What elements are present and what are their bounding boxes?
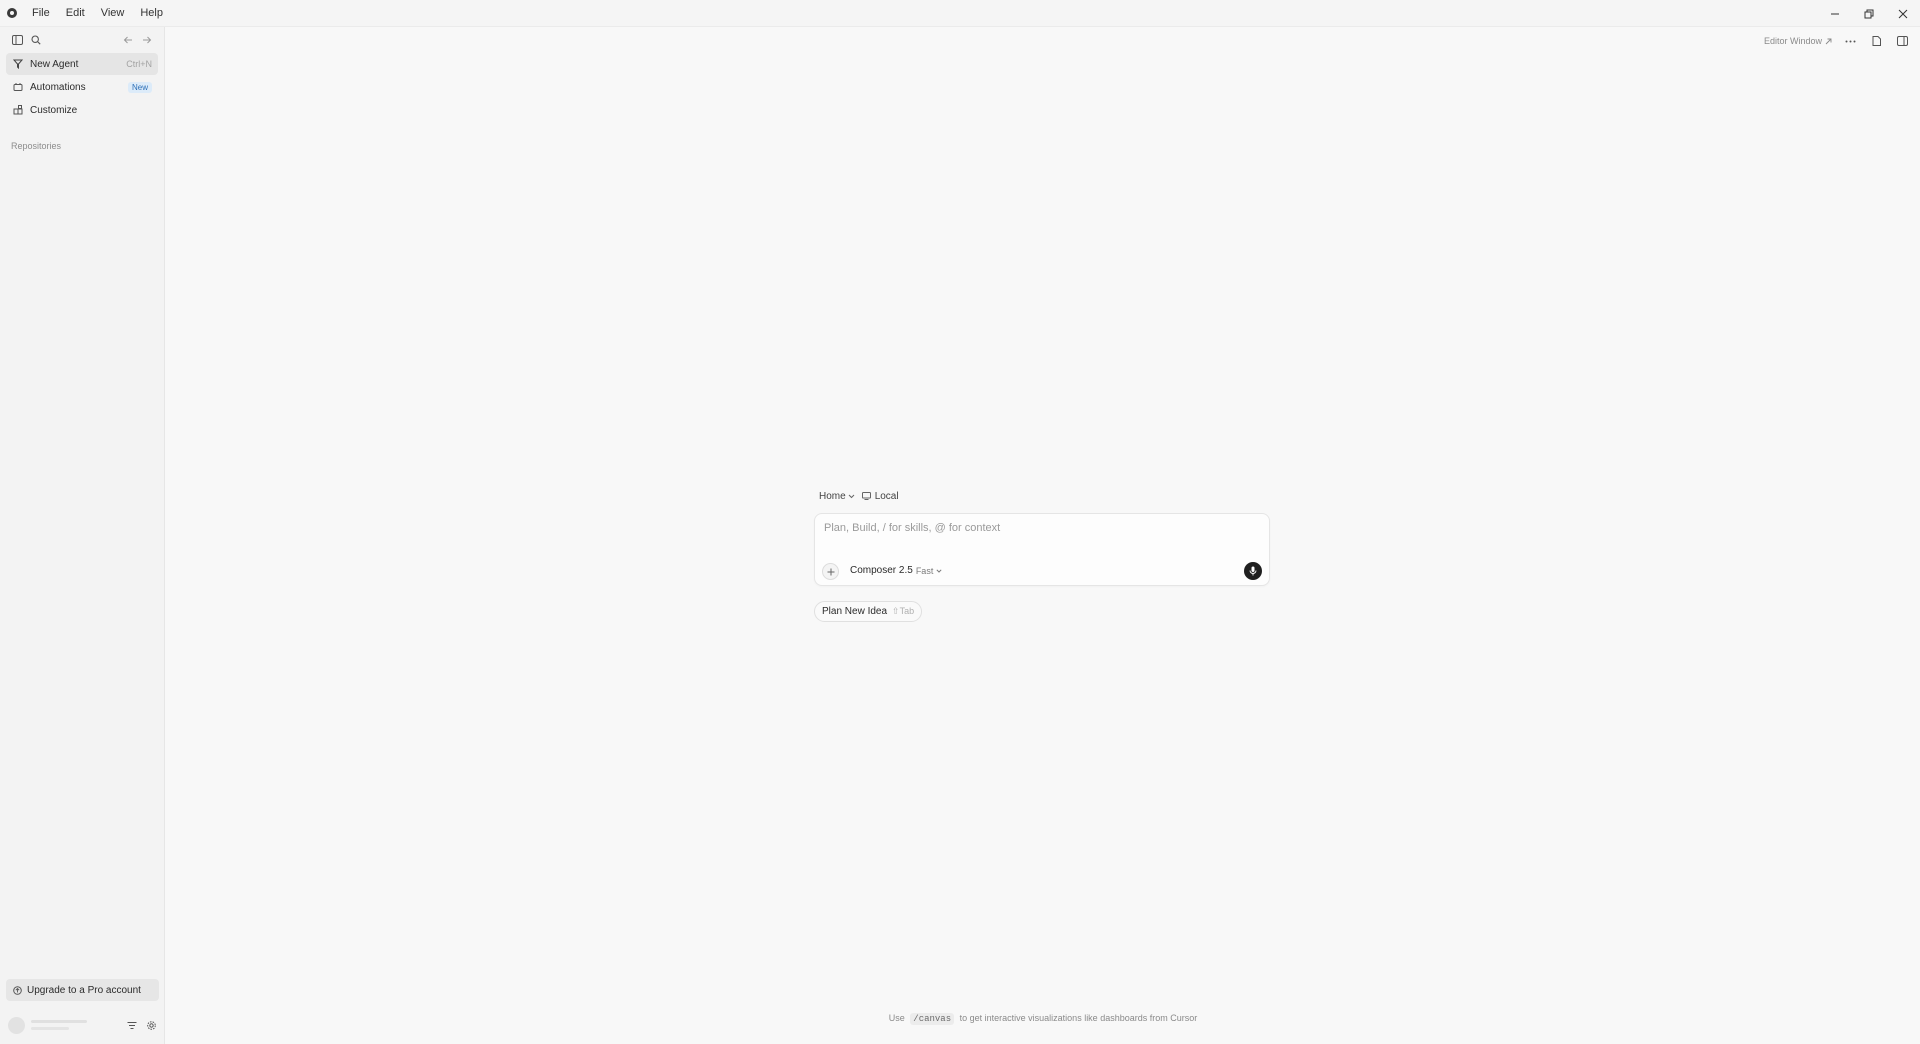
gear-icon: [146, 1020, 156, 1030]
more-icon: [1845, 40, 1855, 42]
upgrade-button[interactable]: Upgrade to a Pro account: [6, 979, 159, 1001]
shortcut-hint: Ctrl+N: [126, 59, 152, 69]
canvas-hint: Use /canvas to get interactive visualiza…: [166, 1013, 1920, 1025]
settings-button[interactable]: [144, 1018, 158, 1032]
sidebar-item-customize[interactable]: Customize: [6, 99, 158, 121]
home-label: Home: [819, 490, 846, 502]
local-label: Local: [874, 490, 899, 502]
toggle-panel-button[interactable]: [1894, 33, 1910, 49]
plus-icon: [827, 568, 834, 575]
computer-icon: [861, 492, 871, 500]
profile-row: [8, 1015, 158, 1035]
model-selector[interactable]: Composer 2.5 Fast: [850, 565, 942, 576]
sidebar-icon: [11, 35, 23, 45]
document-icon: [1872, 36, 1881, 46]
customize-icon: [12, 104, 24, 116]
external-link-icon: [1825, 38, 1832, 44]
search-icon: [31, 35, 41, 45]
app-logo-icon: [7, 8, 17, 18]
sidebar-item-automations[interactable]: Automations New: [6, 76, 158, 98]
sidebar-item-label: New Agent: [30, 58, 79, 70]
editor-window-label: Editor Window: [1763, 36, 1822, 46]
restore-button[interactable]: [1852, 0, 1886, 27]
sidebar-item-new-agent[interactable]: New Agent Ctrl+N: [6, 53, 158, 75]
new-badge: New: [127, 81, 152, 93]
top-right-toolbar: Editor Window: [1764, 33, 1910, 49]
minimize-icon: [1831, 13, 1839, 14]
agent-icon: [12, 58, 24, 70]
canvas-command: /canvas: [910, 1013, 955, 1025]
restore-icon: [1864, 9, 1874, 18]
hint-prefix: Use: [888, 1013, 905, 1023]
minimize-button[interactable]: [1818, 0, 1852, 27]
panel-right-icon: [1896, 36, 1908, 46]
prompt-box: Composer 2.5 Fast: [814, 513, 1270, 586]
editor-window-link[interactable]: Editor Window: [1764, 36, 1832, 46]
upgrade-icon: [12, 985, 22, 995]
voice-input-button[interactable]: [1244, 562, 1262, 580]
composer-area: Home Local Composer 2.5 Fast Plan: [814, 488, 1270, 622]
microphone-icon: [1249, 566, 1257, 576]
chevron-down-icon: [936, 568, 942, 573]
arrow-left-icon: [123, 36, 132, 44]
avatar[interactable]: [8, 1016, 25, 1034]
plan-new-idea-chip[interactable]: Plan New Idea ⇧Tab: [814, 601, 923, 622]
new-document-button[interactable]: [1868, 33, 1884, 49]
search-button[interactable]: [28, 32, 44, 48]
model-name: Composer 2.5: [850, 565, 913, 576]
plan-chip-label: Plan New Idea: [822, 606, 888, 617]
model-speed: Fast: [915, 565, 934, 576]
toggle-sidebar-button[interactable]: [9, 32, 25, 48]
repositories-section-label: Repositories: [11, 141, 62, 151]
upgrade-label: Upgrade to a Pro account: [27, 984, 141, 996]
filter-button[interactable]: [125, 1018, 139, 1032]
plan-chip-shortcut: ⇧Tab: [892, 606, 915, 616]
sidebar-item-label: Customize: [30, 104, 78, 116]
filter-icon: [127, 1021, 137, 1029]
title-bar: File Edit View Help: [0, 0, 1920, 27]
menu-help[interactable]: Help: [132, 0, 171, 27]
add-context-button[interactable]: [822, 563, 839, 580]
close-button[interactable]: [1886, 0, 1920, 27]
arrow-right-icon: [143, 36, 152, 44]
sidebar-toolbar: [0, 27, 164, 53]
menu-file[interactable]: File: [24, 0, 58, 27]
forward-button[interactable]: [139, 32, 155, 48]
profile-name-placeholder: [31, 1020, 87, 1030]
prompt-input[interactable]: [824, 522, 1254, 534]
menu-view[interactable]: View: [93, 0, 133, 27]
sidebar-item-label: Automations: [30, 81, 86, 93]
close-icon: [1898, 9, 1908, 18]
hint-suffix: to get interactive visualizations like d…: [959, 1013, 1198, 1023]
chevron-down-icon: [848, 494, 855, 498]
context-row: Home Local: [819, 488, 1270, 504]
window-controls: [1818, 0, 1920, 27]
sidebar: New Agent Ctrl+N Automations New Customi…: [0, 27, 165, 1044]
menu-edit[interactable]: Edit: [58, 0, 93, 27]
automations-icon: [12, 81, 24, 93]
local-environment[interactable]: Local: [861, 490, 899, 502]
more-button[interactable]: [1842, 33, 1858, 49]
back-button[interactable]: [120, 32, 136, 48]
main-area: Editor Window Home Local Plan, Build, / …: [166, 27, 1920, 1044]
home-dropdown[interactable]: Home: [819, 491, 855, 502]
